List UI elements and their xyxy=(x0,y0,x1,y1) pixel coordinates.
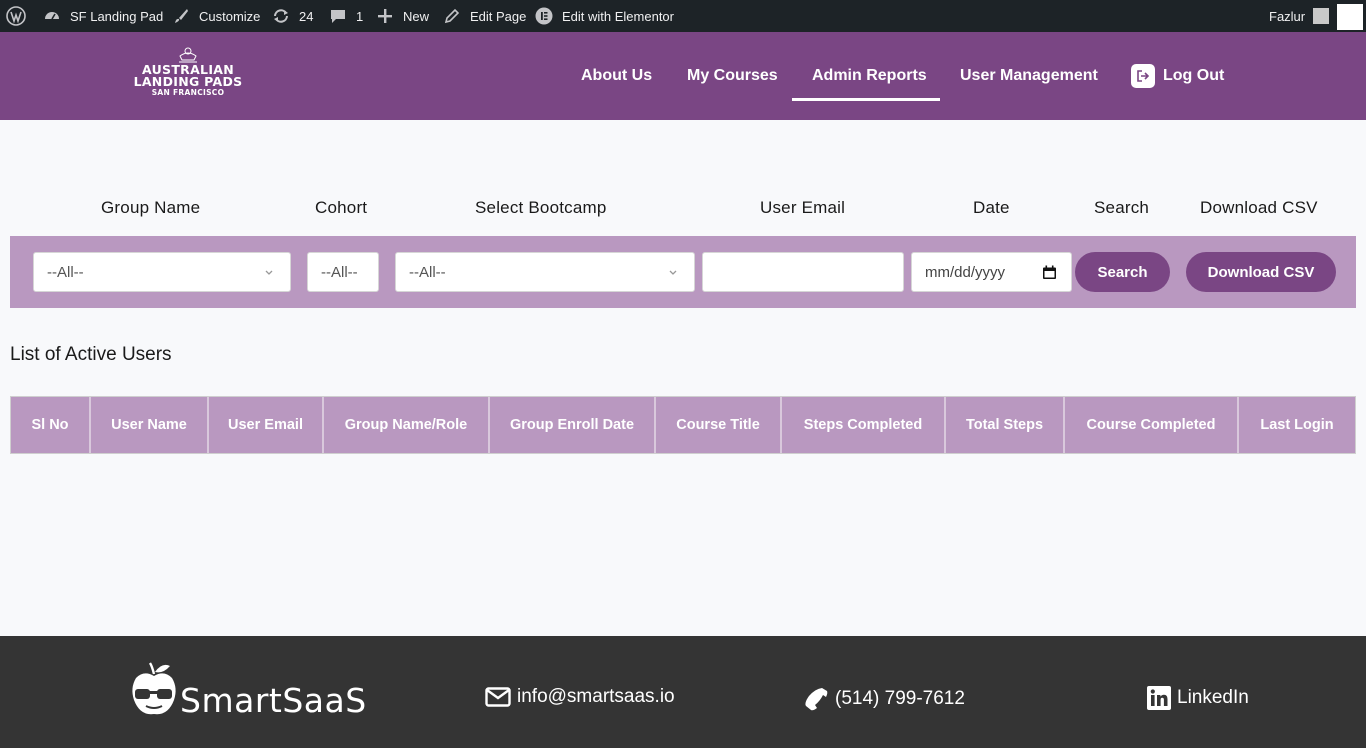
edit-page-label: Edit Page xyxy=(470,8,527,24)
footer-linkedin-link[interactable]: LinkedIn xyxy=(1147,686,1249,710)
comment-icon xyxy=(328,6,348,26)
active-users-table: Sl No User Name User Email Group Name/Ro… xyxy=(10,396,1356,454)
brush-icon xyxy=(171,6,191,26)
nav-my-courses[interactable]: My Courses xyxy=(687,32,778,120)
envelope-icon xyxy=(485,687,511,707)
column-header-steps-completed[interactable]: Steps Completed xyxy=(782,397,946,453)
footer-linkedin: LinkedIn xyxy=(1177,687,1249,708)
linkedin-icon xyxy=(1147,686,1171,710)
smartsaas-logo[interactable]: SmartSaaS xyxy=(130,660,367,718)
nav-about-us[interactable]: About Us xyxy=(581,32,652,120)
cohort-value: --All-- xyxy=(321,263,358,281)
nav-admin-reports[interactable]: Admin Reports xyxy=(812,32,927,120)
chevron-down-icon xyxy=(669,270,677,275)
column-header-group-enroll-date[interactable]: Group Enroll Date xyxy=(490,397,656,453)
footer-phone: (514) 799-7612 xyxy=(835,688,965,709)
nav-log-out-label: Log Out xyxy=(1163,67,1225,84)
column-header-course-completed[interactable]: Course Completed xyxy=(1065,397,1239,453)
new-label: New xyxy=(403,8,430,24)
bootcamp-value: --All-- xyxy=(409,263,446,281)
updates-icon xyxy=(271,6,291,26)
bootcamp-label: Select Bootcamp xyxy=(475,198,607,217)
user-email-input[interactable] xyxy=(702,252,904,292)
active-users-title: List of Active Users xyxy=(10,344,172,365)
wordpress-logo-button[interactable] xyxy=(6,0,26,32)
column-header-total-steps[interactable]: Total Steps xyxy=(946,397,1065,453)
group-name-label: Group Name xyxy=(101,198,201,217)
site-header: AUSTRALIAN LANDING PADS SAN FRANCISCO Ab… xyxy=(0,32,1366,120)
pencil-icon xyxy=(442,6,462,26)
brand-name: SmartSaaS xyxy=(180,681,367,720)
wp-admin-bar: SF Landing Pad Customize 24 1 New Edit P… xyxy=(0,0,1366,32)
calendar-icon[interactable] xyxy=(1042,265,1057,280)
nav-log-out[interactable]: Log Out xyxy=(1131,32,1224,120)
footer-phone-link[interactable]: (514) 799-7612 xyxy=(803,686,965,712)
group-name-value: --All-- xyxy=(47,263,84,281)
dashboard-icon xyxy=(42,6,62,26)
edit-page-link[interactable]: Edit Page xyxy=(442,0,526,32)
plus-icon xyxy=(375,6,395,26)
date-placeholder: mm/dd/yyyy xyxy=(925,263,1006,281)
customize-label: Customize xyxy=(199,8,261,24)
customize-link[interactable]: Customize xyxy=(171,0,260,32)
logo-line-3: SAN FRANCISCO xyxy=(151,88,225,97)
user-email-label: User Email xyxy=(760,198,846,217)
column-header-course-title[interactable]: Course Title xyxy=(656,397,782,453)
comments-count: 1 xyxy=(356,8,364,24)
footer-email: info@smartsaas.io xyxy=(517,686,675,707)
updates-link[interactable]: 24 xyxy=(271,0,313,32)
nav-user-management[interactable]: User Management xyxy=(960,32,1098,120)
cohort-label: Cohort xyxy=(315,198,368,217)
avatar xyxy=(1313,8,1330,24)
chevron-down-icon xyxy=(265,270,273,275)
active-nav-indicator xyxy=(792,98,940,101)
user-name: Fazlur xyxy=(1269,8,1306,24)
search-button[interactable]: Search xyxy=(1075,252,1170,292)
date-label: Date xyxy=(973,198,1010,217)
column-header-last-login[interactable]: Last Login xyxy=(1239,397,1355,453)
column-header-user-email[interactable]: User Email xyxy=(209,397,324,453)
column-header-sl-no[interactable]: Sl No xyxy=(11,397,91,453)
elementor-label: Edit with Elementor xyxy=(562,8,674,24)
phone-icon xyxy=(805,688,828,711)
logo-line-2: LANDING PADS xyxy=(133,74,243,89)
column-header-user-name[interactable]: User Name xyxy=(91,397,209,453)
site-logo[interactable]: AUSTRALIAN LANDING PADS SAN FRANCISCO xyxy=(126,46,250,108)
group-name-select[interactable]: --All-- xyxy=(33,252,291,292)
logout-icon xyxy=(1131,64,1155,88)
date-input[interactable]: mm/dd/yyyy xyxy=(911,252,1072,292)
admin-bar-toggle[interactable] xyxy=(1337,4,1363,30)
cohort-select[interactable]: --All-- xyxy=(307,252,379,292)
apple-glasses-icon xyxy=(132,662,176,715)
download-csv-button[interactable]: Download CSV xyxy=(1186,252,1336,292)
site-footer: SmartSaaS info@smartsaas.io (514) 799-76… xyxy=(0,636,1366,748)
column-header-group-name-role[interactable]: Group Name/Role xyxy=(324,397,490,453)
search-label: Search xyxy=(1094,198,1150,217)
wordpress-icon xyxy=(6,6,26,26)
site-name-link[interactable]: SF Landing Pad xyxy=(42,0,163,32)
updates-count: 24 xyxy=(299,8,314,24)
download-label: Download CSV xyxy=(1200,198,1318,217)
user-account-link[interactable]: Fazlur xyxy=(1269,0,1330,32)
new-content-link[interactable]: New xyxy=(375,0,429,32)
site-name-label: SF Landing Pad xyxy=(70,8,164,24)
footer-email-link[interactable]: info@smartsaas.io xyxy=(485,686,675,708)
bootcamp-select[interactable]: --All-- xyxy=(395,252,695,292)
elementor-icon xyxy=(534,6,554,26)
comments-link[interactable]: 1 xyxy=(328,0,363,32)
elementor-link[interactable]: Edit with Elementor xyxy=(534,0,674,32)
